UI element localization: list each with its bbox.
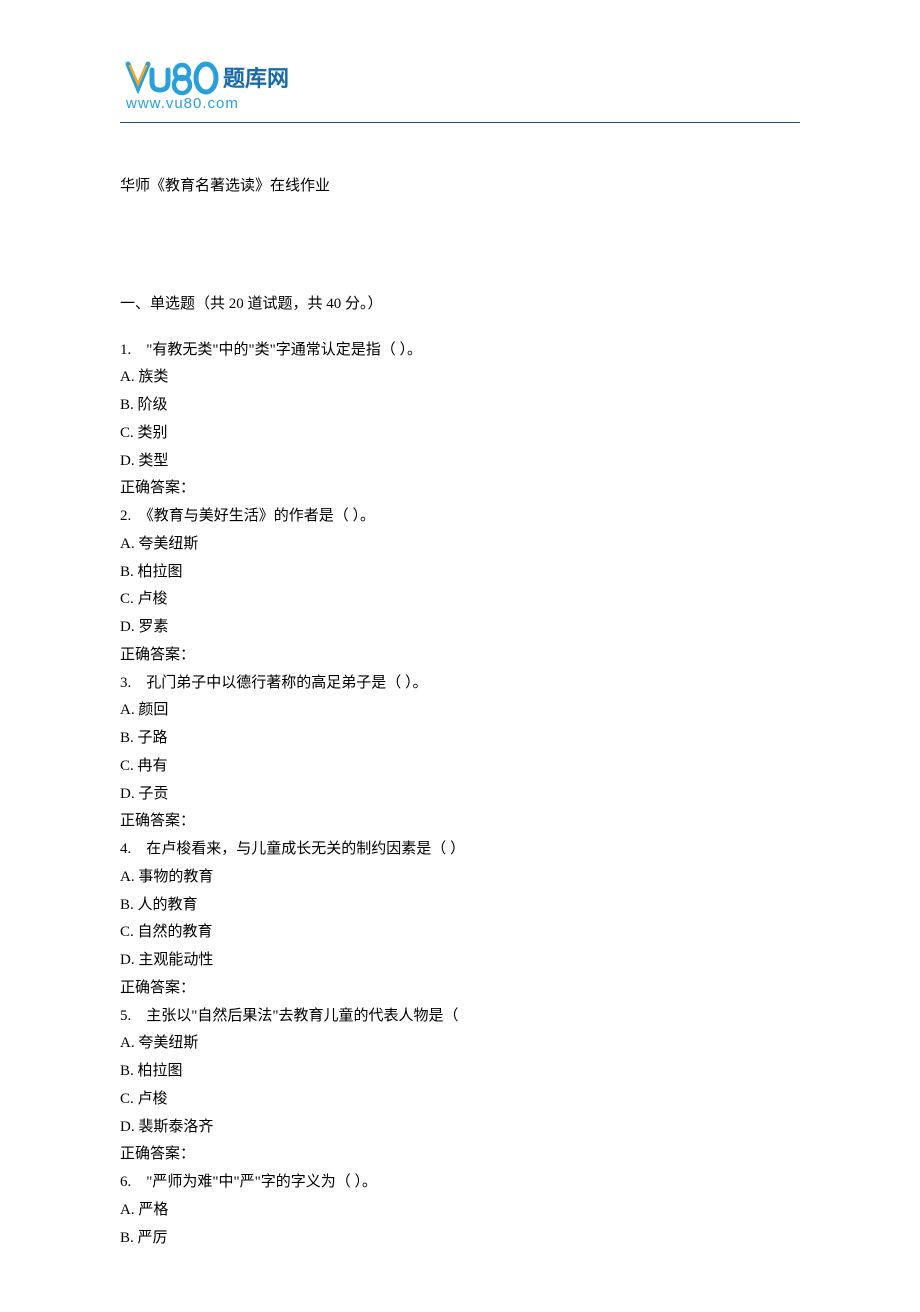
- question-option: A. 颜回: [120, 697, 800, 725]
- question-option: D. 类型: [120, 448, 800, 476]
- question-option: A. 严格: [120, 1197, 800, 1225]
- question-option: B. 柏拉图: [120, 1058, 800, 1086]
- question-option: A. 族类: [120, 364, 800, 392]
- question-option: D. 主观能动性: [120, 947, 800, 975]
- question-option: C. 自然的教育: [120, 919, 800, 947]
- question-option: C. 冉有: [120, 753, 800, 781]
- question-text: 1. "有教无类"中的"类"字通常认定是指（ ）。: [120, 337, 800, 365]
- section-heading: 一、单选题（共 20 道试题，共 40 分。）: [120, 291, 800, 319]
- logo-url-text: www.vu80.com: [125, 95, 239, 112]
- question-option: A. 事物的教育: [120, 864, 800, 892]
- question-text: 5. 主张以"自然后果法"去教育儿童的代表人物是（: [120, 1003, 800, 1031]
- question-text: 2. 《教育与美好生活》的作者是（ ）。: [120, 503, 800, 531]
- question-option: B. 柏拉图: [120, 559, 800, 587]
- question-block: 4. 在卢梭看来，与儿童成长无关的制约因素是（ ）A. 事物的教育B. 人的教育…: [120, 836, 800, 1003]
- answer-label: 正确答案：: [120, 1141, 800, 1169]
- question-option: C. 卢梭: [120, 586, 800, 614]
- question-block: 3. 孔门弟子中以德行著称的高足弟子是（ ）。A. 颜回B. 子路C. 冉有D.…: [120, 670, 800, 837]
- question-block: 1. "有教无类"中的"类"字通常认定是指（ ）。A. 族类B. 阶级C. 类别…: [120, 337, 800, 504]
- question-option: D. 罗素: [120, 614, 800, 642]
- question-option: B. 子路: [120, 725, 800, 753]
- question-option: B. 阶级: [120, 392, 800, 420]
- question-text: 6. "严师为难"中"严"字的字义为（ ）。: [120, 1169, 800, 1197]
- questions-container: 1. "有教无类"中的"类"字通常认定是指（ ）。A. 族类B. 阶级C. 类别…: [120, 337, 800, 1253]
- question-text: 4. 在卢梭看来，与儿童成长无关的制约因素是（ ）: [120, 836, 800, 864]
- question-option: B. 严厉: [120, 1225, 800, 1253]
- question-option: D. 裴斯泰洛齐: [120, 1114, 800, 1142]
- question-option: D. 子贡: [120, 781, 800, 809]
- question-block: 2. 《教育与美好生活》的作者是（ ）。A. 夸美纽斯B. 柏拉图C. 卢梭D.…: [120, 503, 800, 670]
- question-option: C. 类别: [120, 420, 800, 448]
- logo-svg: 题库网 www.vu80.com: [120, 60, 310, 116]
- question-text: 3. 孔门弟子中以德行著称的高足弟子是（ ）。: [120, 670, 800, 698]
- site-logo: 题库网 www.vu80.com: [120, 60, 800, 116]
- question-option: C. 卢梭: [120, 1086, 800, 1114]
- document-title: 华师《教育名著选读》在线作业: [120, 173, 800, 201]
- question-option: B. 人的教育: [120, 892, 800, 920]
- answer-label: 正确答案：: [120, 475, 800, 503]
- answer-label: 正确答案：: [120, 808, 800, 836]
- question-option: A. 夸美纽斯: [120, 1030, 800, 1058]
- question-block: 6. "严师为难"中"严"字的字义为（ ）。A. 严格B. 严厉: [120, 1169, 800, 1252]
- question-option: A. 夸美纽斯: [120, 531, 800, 559]
- logo-brand-text: 题库网: [223, 66, 289, 91]
- question-block: 5. 主张以"自然后果法"去教育儿童的代表人物是（A. 夸美纽斯B. 柏拉图C.…: [120, 1003, 800, 1170]
- answer-label: 正确答案：: [120, 642, 800, 670]
- answer-label: 正确答案：: [120, 975, 800, 1003]
- header-underline: [120, 122, 800, 123]
